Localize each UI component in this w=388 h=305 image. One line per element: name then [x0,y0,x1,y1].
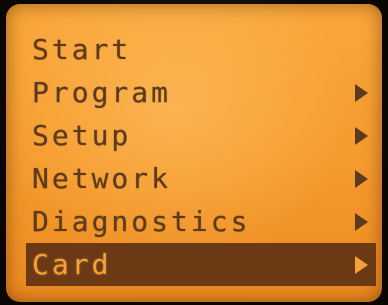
menu-item-label: Network [32,162,172,195]
submenu-arrow-icon [355,256,368,274]
submenu-arrow-icon [355,170,368,188]
menu-item-network[interactable]: Network [26,157,376,200]
submenu-arrow-icon [355,127,368,145]
menu-item-label: Setup [32,119,132,152]
main-menu: Start Program Setup Network Diagnostics … [26,28,376,286]
menu-item-setup[interactable]: Setup [26,114,376,157]
menu-item-card[interactable]: Card [26,243,376,286]
submenu-arrow-icon [355,84,368,102]
menu-item-label: Card [32,248,112,281]
menu-item-program[interactable]: Program [26,71,376,114]
menu-item-start[interactable]: Start [26,28,376,71]
menu-item-diagnostics[interactable]: Diagnostics [26,200,376,243]
menu-item-label: Diagnostics [32,205,251,238]
submenu-arrow-icon [355,213,368,231]
menu-item-label: Program [32,76,172,109]
lcd-screen: Start Program Setup Network Diagnostics … [6,4,382,302]
menu-item-label: Start [32,33,132,66]
